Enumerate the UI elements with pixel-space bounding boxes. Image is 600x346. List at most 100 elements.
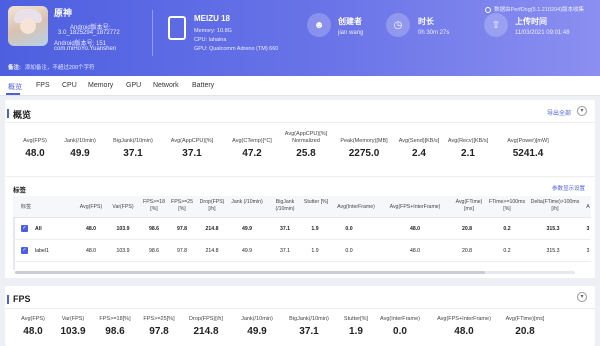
metric-value: 47.2 <box>242 148 262 159</box>
metric-label: Var(FPS) <box>61 316 85 322</box>
col-fps18[interactable]: FPS>=18 [%] <box>139 199 169 212</box>
fps-metric-fps-interframe: Avg(FPS+InterFrame) 48.0 <box>429 316 499 337</box>
col-more: A <box>586 204 590 210</box>
table-row[interactable]: ✓ All 48.0 103.9 98.6 97.8 214.8 49.9 37… <box>13 218 591 240</box>
metric-avg-send: Avg(Send)[KB/s] 2.4 <box>395 138 443 159</box>
tab-network[interactable]: Network <box>153 82 179 89</box>
check-icon[interactable]: ✓ <box>21 247 28 254</box>
metric-value: 37.1 <box>299 326 319 337</box>
metric-value: 49.9 <box>70 148 90 159</box>
fps-title: FPS <box>7 294 31 304</box>
metric-value: 2275.0 <box>348 148 380 159</box>
row-label: All <box>35 226 42 232</box>
overview-panel: 概览 导出全部 ▾ Avg(FPS) 48.0 Jank(/10min) 49.9 … <box>5 100 595 278</box>
table-cell: 0.0 <box>345 248 353 254</box>
table-cell: 0.0 <box>345 226 353 232</box>
metric-value: 1.9 <box>349 326 363 337</box>
metric-label: Avg(CTemp)[°C] <box>232 138 272 144</box>
col-ftime100[interactable]: FTime>=100ms [%] <box>487 199 527 212</box>
tab-overview[interactable]: 概览 <box>8 82 22 92</box>
table-cell: 48.0 <box>409 248 421 254</box>
col-ftime[interactable]: Avg(FTime) [ms] <box>453 199 485 212</box>
data-version: 数据由PerfDog(5.1.210204)版本收集 <box>485 5 584 13</box>
remark-label: 备注: <box>8 65 21 71</box>
overview-title: 概览 <box>6 109 32 120</box>
metric-value: 48.0 <box>25 148 45 159</box>
device-memory: Memory: 10.8G <box>194 28 232 34</box>
divider <box>5 122 595 123</box>
tab-battery[interactable]: Battery <box>192 82 214 89</box>
app-version: 3.0_1825294_1872772 <box>58 30 120 36</box>
tab-gpu[interactable]: GPU <box>126 82 141 89</box>
col-jank[interactable]: Jank (/10min) <box>231 199 263 206</box>
col-fps-interframe[interactable]: Avg(FPS+InterFrame) <box>381 204 449 211</box>
tab-memory[interactable]: Memory <box>88 82 113 89</box>
metric-label: Stutter[%] <box>343 316 369 322</box>
upload-time-icon: ⇧ <box>484 13 508 37</box>
metric-label: Avg(FPS) <box>21 316 45 322</box>
fps-metric-interframe: Avg(InterFrame) 0.0 <box>375 316 425 337</box>
metric-appcpu-normalized: Avg(AppCPU)[%] Normalized 25.8 <box>279 131 333 159</box>
table-cell: 37.1 <box>279 248 291 254</box>
fps-metric-bigjank: BigJank(/10min) 37.1 <box>283 316 335 337</box>
col-label: 标签 <box>20 204 32 210</box>
metric-value: 25.8 <box>296 148 316 159</box>
table-cell: 1.9 <box>311 248 319 254</box>
col-fps25[interactable]: FPS>=25 [%] <box>167 199 197 212</box>
user-icon: ☻ <box>307 13 331 37</box>
export-all-button[interactable]: 导出全部 <box>547 108 571 117</box>
table-cell: 37.1 <box>279 226 291 232</box>
scrollbar-thumb[interactable] <box>15 271 485 274</box>
chevron-down-icon[interactable]: ▾ <box>577 106 587 116</box>
metric-value: 5241.4 <box>512 148 544 159</box>
col-stutter[interactable]: Stutter [%] <box>303 199 329 206</box>
table-cell: 214.8 <box>205 248 219 254</box>
table-row[interactable]: ✓ label1 48.0 103.9 98.6 97.8 214.8 49.9… <box>13 240 591 262</box>
col-bigjank[interactable]: BigJank (/10min) <box>267 199 303 212</box>
info-icon <box>485 6 492 13</box>
upload-value: 11/03/2021 09:01:48 <box>515 30 570 36</box>
display-settings-link[interactable]: 参数显示设置 <box>552 184 585 192</box>
tab-cpu[interactable]: CPU <box>62 82 77 89</box>
fps-metric-18: FPS>=18[%] 98.6 <box>93 316 137 337</box>
col-delta-ftime[interactable]: Delta(FTime)>100ms [/h] <box>527 199 583 212</box>
row-label: label1 <box>35 248 49 254</box>
version-text: 数据由PerfDog(5.1.210204)版本收集 <box>494 7 584 13</box>
metric-avg-power: Avg(Power)[mW] 5241.4 <box>500 138 556 159</box>
metric-label: Avg(AppCPU)[%] Normalized <box>284 131 328 144</box>
table-cell: 3 <box>586 248 590 254</box>
metric-label: Avg(Send)[KB/s] <box>398 138 440 144</box>
device-gpu: GPU: Qualcomm Adreno (TM) 660 <box>194 46 279 52</box>
col-interframe[interactable]: Avg(InterFrame) <box>329 204 383 211</box>
metric-label: Avg(FPS+InterFrame) <box>437 316 491 322</box>
tab-bar: 概览 FPS CPU Memory GPU Network Battery <box>0 76 600 96</box>
header-divider <box>152 10 153 56</box>
device-cpu: CPU: lahaina <box>194 37 227 43</box>
table-cell: 103.9 <box>116 226 130 232</box>
metric-jank: Jank(/10min) 49.9 <box>55 138 105 159</box>
remark[interactable]: 备注: 添加备注，不超过200个字符 <box>8 63 95 71</box>
tab-fps[interactable]: FPS <box>36 82 50 89</box>
fps-metric-var: Var(FPS) 103.9 <box>53 316 93 337</box>
remark-input[interactable]: 添加备注，不超过200个字符 <box>25 65 95 71</box>
table-cell: 98.6 <box>148 226 160 232</box>
metric-avg-recv: Avg(Recv)[KB/s] 2.1 <box>445 138 491 159</box>
metric-value: 0.0 <box>393 326 407 337</box>
metric-label: FPS>=25[%] <box>143 316 175 322</box>
metric-label: Jank(/10min) <box>64 138 96 144</box>
app-name: 原神 <box>54 8 73 18</box>
col-var-fps[interactable]: Var(FPS) <box>105 204 141 211</box>
metric-value: 48.0 <box>454 326 474 337</box>
clock-icon: ◷ <box>386 13 410 37</box>
horizontal-scrollbar[interactable] <box>15 271 575 274</box>
table-cell: 315.3 <box>546 248 560 254</box>
table-cell: 97.8 <box>176 248 188 254</box>
table-cell: 214.8 <box>205 226 219 232</box>
chevron-down-icon[interactable]: ▾ <box>577 292 587 302</box>
check-icon[interactable]: ✓ <box>21 225 28 232</box>
metric-label: Avg(FTime)[ms] <box>505 316 545 322</box>
table-cell: 48.0 <box>85 226 97 232</box>
col-drop[interactable]: Drop(FPS) [/h] <box>197 199 227 212</box>
creator-value: jian wang <box>338 30 364 36</box>
metric-label: BigJank(/10min) <box>113 138 153 144</box>
